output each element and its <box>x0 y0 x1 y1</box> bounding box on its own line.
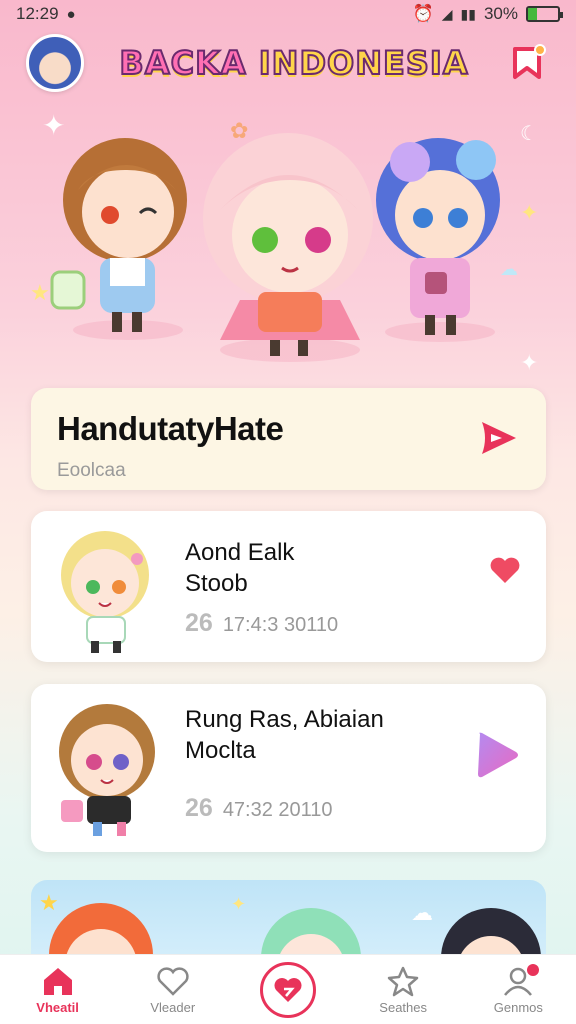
play-icon[interactable] <box>472 728 522 782</box>
banner-illustration: ★ ☁ ✦ <box>39 890 541 960</box>
character-thumbnail <box>59 704 155 836</box>
app-title-part2: INDONESIA <box>258 43 469 83</box>
nav-label: Vleader <box>150 1000 196 1015</box>
list-item[interactable]: Rung Ras, Abiaian Moclta 26 47:32 20110 <box>31 684 546 852</box>
bottom-banner[interactable]: ★ ☁ ✦ <box>31 880 546 960</box>
nav-item-favorites[interactable]: Vleader <box>128 964 218 1015</box>
svg-text:☁: ☁ <box>411 900 433 925</box>
svg-text:☾: ☾ <box>520 123 538 145</box>
app-title: BACKA INDONESIA <box>118 43 469 83</box>
heart-icon[interactable] <box>488 553 522 587</box>
home-icon <box>41 964 75 998</box>
svg-text:✦: ✦ <box>231 894 246 914</box>
list-item-count: 26 <box>185 609 213 637</box>
signal-icon: ▮▮ <box>460 5 476 22</box>
status-bar: 12:29 ● ⏰ ◢ ▮▮ 30% <box>0 0 576 28</box>
list-item-meta: 26 47:32 20110 <box>185 794 333 823</box>
status-time: 12:29 <box>16 4 59 23</box>
svg-text:✦: ✦ <box>520 350 538 375</box>
battery-percent: 30% <box>483 4 518 23</box>
list-item-count: 26 <box>185 794 213 822</box>
profile-badge <box>527 964 540 976</box>
heart-outline-icon <box>156 964 190 998</box>
svg-text:✦: ✦ <box>520 200 538 225</box>
nav-item-home[interactable]: Vheatil <box>13 964 103 1015</box>
app-title-part1: BACKA <box>118 43 247 83</box>
svg-text:★: ★ <box>39 890 59 915</box>
svg-text:✿: ✿ <box>230 118 248 143</box>
nav-label: Seathes <box>379 1000 427 1015</box>
wifi-icon: ◢ <box>441 5 453 22</box>
svg-text:✦: ✦ <box>42 110 65 141</box>
list-item-title: Aond Ealk Stoob <box>185 539 295 597</box>
character-center <box>203 133 373 362</box>
nav-item-center[interactable] <box>243 961 333 1018</box>
chibi-characters-illustration: ✦ ✦ ★ ✦ ✿ ☁ ☾ <box>30 110 538 375</box>
character-left <box>63 138 187 340</box>
nav-label: Vheatil <box>36 1000 79 1015</box>
header: BACKA INDONESIA <box>0 30 576 96</box>
center-heart-icon <box>259 961 316 1018</box>
svg-text:☁: ☁ <box>500 259 518 279</box>
notification-dot <box>534 44 546 56</box>
nav-item-search[interactable]: Seathes <box>358 964 448 1015</box>
notification-button[interactable] <box>504 40 550 86</box>
app-notification-icon: ● <box>66 5 76 23</box>
list-item-timestamp: 17:4:3 30110 <box>222 614 339 636</box>
play-icon[interactable] <box>476 416 520 460</box>
list-item-timestamp: 47:32 20110 <box>222 799 333 821</box>
battery-fill <box>528 8 537 20</box>
list-item-title: Rung Ras, Abiaian Moclta <box>185 706 384 764</box>
battery-icon <box>526 6 563 22</box>
list-item[interactable]: Aond Ealk Stoob 26 17:4:3 30110 <box>31 511 546 662</box>
alarm-icon: ⏰ <box>412 4 434 23</box>
svg-text:★: ★ <box>30 280 50 305</box>
featured-card[interactable]: HandutatyHate Eoolcaa <box>31 388 546 490</box>
featured-subtitle: Eoolcaa <box>57 460 126 481</box>
list-item-meta: 26 17:4:3 30110 <box>185 609 338 638</box>
nav-item-profile[interactable]: Genmos <box>473 964 563 1015</box>
character-thumbnail <box>61 531 149 653</box>
user-avatar[interactable] <box>26 34 84 92</box>
nav-label: Genmos <box>493 1000 543 1015</box>
hero-illustration: ✦ ✦ ★ ✦ ✿ ☁ ☾ <box>0 100 576 380</box>
character-right <box>376 138 500 342</box>
star-icon <box>386 964 420 998</box>
featured-title: HandutatyHate <box>57 410 284 447</box>
bottom-nav: Vheatil Vleader Seathes Genmos <box>0 954 576 1024</box>
